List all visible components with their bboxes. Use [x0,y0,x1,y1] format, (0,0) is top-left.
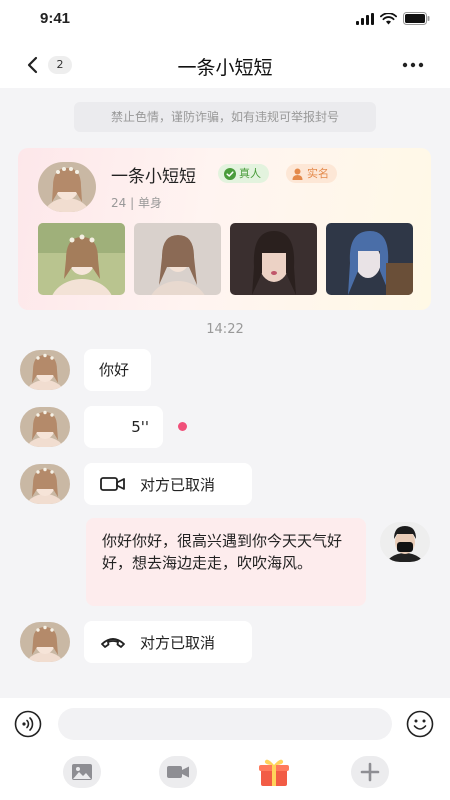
profile-photo[interactable] [38,223,125,295]
plus-icon [360,762,380,782]
person-icon [292,168,303,180]
profile-card[interactable]: 一条小短短 真人 实名 24 | 单身 [18,148,431,310]
voice-call-record[interactable]: 对方已取消 [84,621,252,663]
image-icon [72,764,92,780]
battery-icon [403,12,430,25]
chat-header: 2 一条小短短 [0,42,450,88]
message-text: 你好你好，很高兴遇到你今天天气好好，想去海边走走，吹吹海风。 [102,532,343,572]
real-name-tag-label: 实名 [307,167,329,180]
phone-icon [101,638,125,648]
wifi-icon [380,12,397,24]
message-bubble-text[interactable]: 你好 [84,349,151,391]
video-button[interactable] [159,756,197,788]
unread-voice-dot [178,422,187,431]
emoji-icon[interactable] [406,710,434,738]
contact-avatar[interactable] [20,407,70,447]
real-person-tag-label: 真人 [239,167,261,180]
verified-check-icon [224,167,236,180]
call-status-text: 对方已取消 [140,475,216,494]
profile-photo[interactable] [230,223,317,295]
voice-input-icon[interactable] [14,710,42,738]
my-message-bubble[interactable]: 你好你好，很高兴遇到你今天天气好好，想去海边走走，吹吹海风。 [86,518,366,606]
cellular-signal-icon [356,12,374,25]
status-time: 9:41 [40,10,71,27]
safety-notice: 禁止色情，谨防诈骗，如有违规可举报封号 [74,102,376,132]
voice-duration: 5'' [131,418,149,436]
profile-photo[interactable] [134,223,221,295]
profile-photo[interactable] [326,223,413,295]
my-avatar[interactable] [380,522,430,562]
real-person-tag: 真人 [218,164,269,183]
gift-button[interactable] [255,756,293,788]
status-icons [356,12,430,25]
video-call-record[interactable]: 对方已取消 [84,463,252,505]
more-tools-button[interactable] [351,756,389,788]
profile-name: 一条小短短 [111,167,196,187]
call-status-text: 对方已取消 [140,633,216,652]
profile-meta: 24 | 单身 [111,196,162,210]
contact-avatar[interactable] [20,464,70,504]
profile-avatar[interactable] [38,162,96,212]
chat-timestamp: 14:22 [206,322,244,337]
real-name-tag: 实名 [286,164,337,183]
message-composer [0,698,450,800]
image-button[interactable] [63,756,101,788]
profile-photos [38,223,413,295]
message-input[interactable] [58,708,392,740]
voice-message-bubble[interactable]: 5'' [84,406,163,448]
contact-avatar[interactable] [20,350,70,390]
status-bar: 9:41 [0,0,450,42]
chat-title: 一条小短短 [177,57,273,79]
contact-avatar[interactable] [20,622,70,662]
gift-icon [259,759,289,786]
video-icon [167,766,189,778]
message-text: 你好 [99,361,130,379]
more-options-icon[interactable] [402,62,424,68]
video-camera-icon [100,477,125,491]
